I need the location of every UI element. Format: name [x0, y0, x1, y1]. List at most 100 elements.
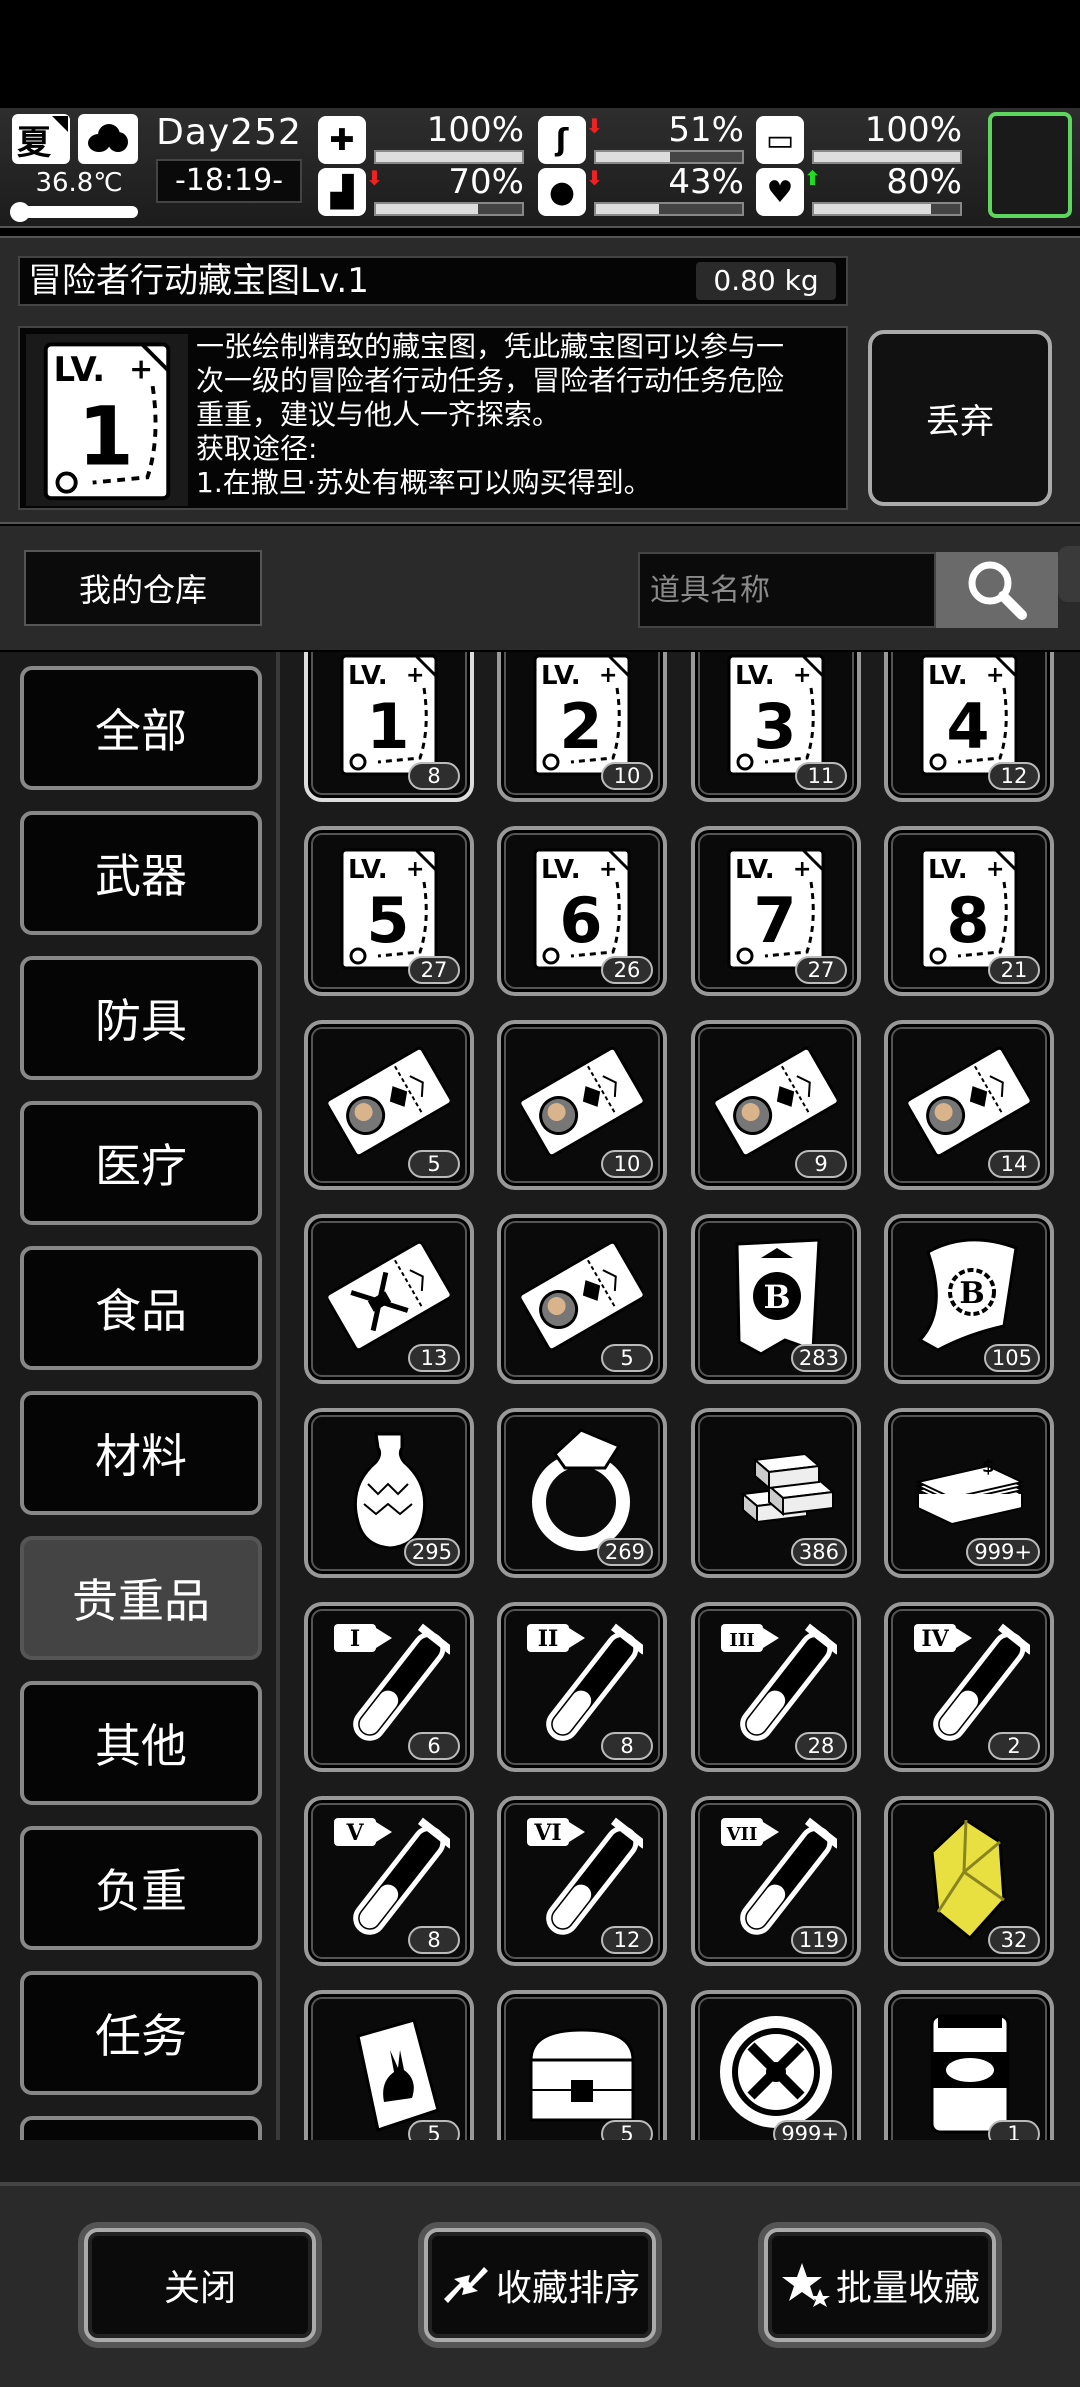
item-count: 295 [403, 1538, 460, 1566]
my-warehouse-tab[interactable]: 我的仓库 [24, 550, 262, 626]
treasure-chest-icon [529, 2028, 635, 2122]
svg-text:LV.: LV. [928, 855, 968, 885]
category-tab[interactable]: 武器 [20, 811, 262, 935]
category-tab[interactable]: 消耗品 [20, 2116, 262, 2140]
item-count: 283 [790, 1344, 847, 1372]
treasure-map-icon: LV. +7 [727, 848, 825, 970]
inventory-slot[interactable]: V8 [304, 1796, 474, 1966]
svg-text:LV.: LV. [735, 855, 775, 885]
day-counter: Day252 [156, 112, 302, 153]
inventory-slot[interactable]: LV. +6 26 [497, 826, 667, 996]
inventory-slot[interactable]: 5 [304, 1020, 474, 1190]
svg-text:+: + [599, 857, 617, 882]
test-tube-icon: V [334, 1817, 450, 1935]
item-count: 999+ [966, 1538, 1040, 1566]
svg-text:VI: VI [533, 1820, 561, 1846]
batch-favorite-button[interactable]: 批量收藏 [764, 2228, 996, 2342]
inventory-slot[interactable]: LV. +2 10 [497, 652, 667, 802]
inventory-slot[interactable]: B 283 [691, 1214, 861, 1384]
item-count: 13 [408, 1344, 460, 1372]
treasure-map-icon: LV. +4 [920, 654, 1018, 776]
category-sidebar: 全部武器防具医疗食品材料贵重品其他负重任务消耗品 [0, 652, 280, 2140]
gold-bar-icon [740, 1452, 836, 1525]
inventory-slot[interactable]: 1 [884, 1990, 1054, 2140]
category-tab[interactable]: 医疗 [20, 1101, 262, 1225]
test-tube-icon: II [527, 1623, 643, 1741]
status-bar: 夏 36.8℃ Day252 -18:19- ✚ 100% ʃ ⬇ 51% ▭ 100% ▟ ⬇… [0, 108, 1080, 228]
svg-text:LV.: LV. [541, 855, 581, 885]
sort-favorites-button[interactable]: 收藏排序 [424, 2228, 656, 2342]
item-count: 28 [795, 1732, 847, 1760]
inventory-slot[interactable]: III 28 [691, 1602, 861, 1772]
inventory-slot[interactable]: 10 [497, 1020, 667, 1190]
category-tab[interactable]: 贵重品 [20, 1536, 262, 1660]
inventory-slot[interactable]: 32 [884, 1796, 1054, 1966]
inventory-slot[interactable]: 14 [884, 1020, 1054, 1190]
svg-text:5: 5 [366, 884, 409, 957]
tool-badge-icon [720, 2016, 832, 2128]
inventory-slot[interactable]: 999+ [691, 1990, 861, 2140]
inventory-slot[interactable]: LV. +4 12 [884, 652, 1054, 802]
svg-text:1: 1 [78, 390, 134, 484]
inventory-slot[interactable]: LV. +7 27 [691, 826, 861, 996]
inventory-slot[interactable]: LV. +5 27 [304, 826, 474, 996]
stat-meter: ♥ ⬆ 80% [756, 162, 968, 218]
inventory-slot[interactable]: 386 [691, 1408, 861, 1578]
item-description-box: LV. +1 一张绘制精致的藏宝图，凭此藏宝图可以参与一 次一级的冒险者行动任务，… [18, 326, 848, 510]
inventory-slot[interactable]: LV. +3 11 [691, 652, 861, 802]
batch-label: 批量收藏 [835, 2268, 980, 2309]
category-tab[interactable]: 负重 [20, 1826, 262, 1950]
inventory-slot[interactable]: 5 [304, 1990, 474, 2140]
item-count: 119 [790, 1926, 847, 1954]
inventory-slot[interactable]: B 105 [884, 1214, 1054, 1384]
discard-button[interactable]: 丢弃 [868, 330, 1052, 506]
item-count: 6 [408, 1732, 460, 1760]
description-line: 一张绘制精致的藏宝图，凭此藏宝图可以参与一 [196, 330, 785, 363]
inventory-slot[interactable]: 5 [497, 1990, 667, 2140]
item-count: 11 [795, 762, 847, 790]
inventory-slot[interactable]: $999+ [884, 1408, 1054, 1578]
item-count: 8 [408, 762, 460, 790]
quick-slot[interactable] [988, 112, 1072, 218]
pill-icon: ▭ [756, 116, 804, 164]
stat-value: 43% [668, 162, 744, 202]
category-tab[interactable]: 其他 [20, 1681, 262, 1805]
inventory-slot[interactable]: LV. +1 8 [304, 652, 474, 802]
inventory-slot[interactable]: 295 [304, 1408, 474, 1578]
svg-text:8: 8 [946, 884, 989, 957]
category-tab[interactable]: 全部 [20, 666, 262, 790]
search-button[interactable] [936, 552, 1058, 628]
inventory-slot[interactable]: VII 119 [691, 1796, 861, 1966]
inventory-slot[interactable]: 9 [691, 1020, 861, 1190]
svg-text:LV.: LV. [735, 661, 775, 691]
side-drawer-handle[interactable] [1058, 546, 1080, 602]
inventory-slot[interactable]: 13 [304, 1214, 474, 1384]
cloud-icon [78, 114, 138, 164]
item-weight: 0.80 kg [696, 262, 836, 300]
category-tab[interactable]: 任务 [20, 1971, 262, 2095]
mission-ticket-icon [521, 1240, 643, 1352]
inventory-slot[interactable]: I6 [304, 1602, 474, 1772]
svg-text:+: + [986, 857, 1004, 882]
svg-text:+: + [793, 663, 811, 688]
category-tab[interactable]: 防具 [20, 956, 262, 1080]
inventory-slot[interactable]: 5 [497, 1214, 667, 1384]
search-input[interactable] [638, 552, 936, 628]
svg-text:3: 3 [753, 690, 796, 763]
inventory-slot[interactable]: 269 [497, 1408, 667, 1578]
svg-text:4: 4 [946, 690, 989, 763]
inventory-slot[interactable]: IV 2 [884, 1602, 1054, 1772]
category-tab[interactable]: 材料 [20, 1391, 262, 1515]
medkit-icon: ✚ [318, 116, 366, 164]
item-count: 10 [601, 1150, 653, 1178]
season-label: 夏 [17, 122, 51, 163]
inventory-slot[interactable]: LV. +8 21 [884, 826, 1054, 996]
inventory-slot[interactable]: II 8 [497, 1602, 667, 1772]
inventory-slot[interactable]: VI 12 [497, 1796, 667, 1966]
stat-bar [812, 202, 962, 216]
category-tab[interactable]: 食品 [20, 1246, 262, 1370]
close-button[interactable]: 关闭 [84, 2228, 316, 2342]
item-description: 一张绘制精致的藏宝图，凭此藏宝图可以参与一 次一级的冒险者行动任务，冒险者行动任… [196, 330, 836, 500]
item-count: 8 [408, 1926, 460, 1954]
mission-ticket-icon [715, 1046, 837, 1158]
